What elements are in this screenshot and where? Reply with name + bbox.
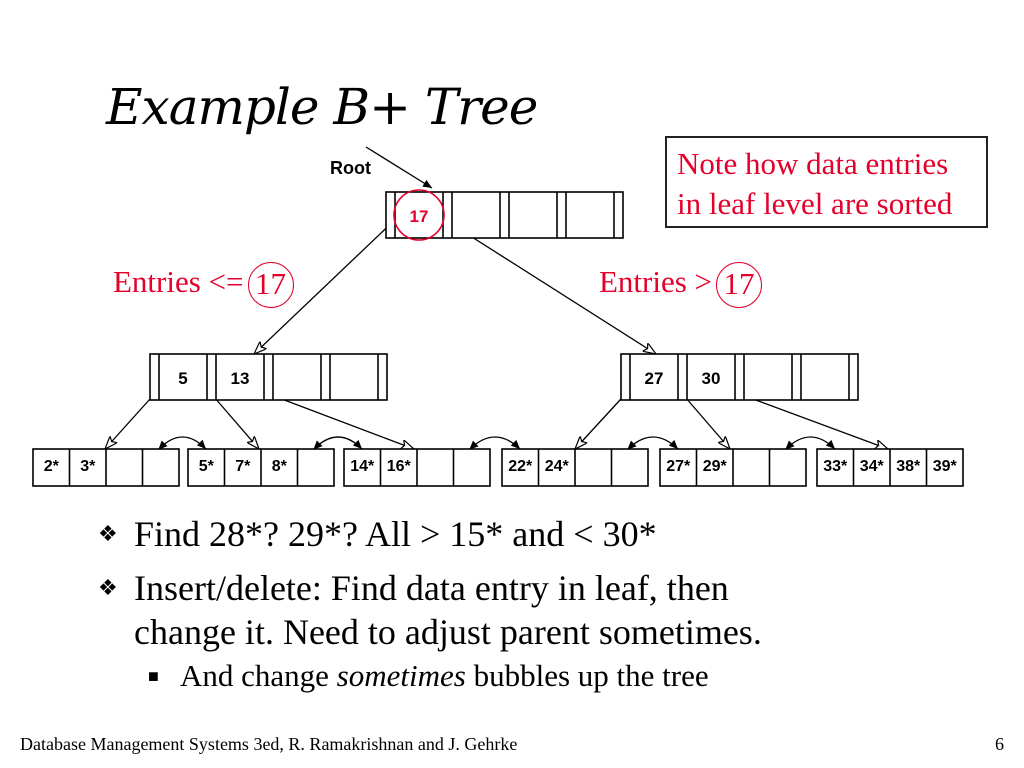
tree-nodes: 17 5 13 27 30 2* 3* 5* 7* 8* 14* 16* 22* 24* 27* 29* 33*… [32,189,964,487]
sub-bullet-text: And change [180,658,337,693]
leaf-entry: 33* [823,458,848,475]
sub-bullet-item: ■ And change sometimes bubbles up the tr… [98,656,762,696]
leaf-node: 5* 7* 8* [187,448,335,487]
bullet-list: ❖ Find 28*? 29*? All > 15* and < 30* ❖ I… [98,512,762,696]
bullet-text-line: Insert/delete: Find data entry in leaf, … [134,568,729,608]
pointer-arrow [105,393,155,449]
leaf-entry: 14* [350,458,375,475]
sibling-link-arrow [469,436,521,450]
bullet-item: ❖ Insert/delete: Find data entry in leaf… [98,566,762,654]
page-number: 6 [995,734,1004,754]
leaf-node: 33* 34* 38* 39* [816,448,964,487]
node-key: 5 [178,369,187,388]
diamond-bullet-icon: ❖ [98,575,118,600]
sibling-link-arrow [313,436,363,450]
leaf-entry: 27* [666,458,691,475]
square-bullet-icon: ■ [148,666,159,686]
bullet-text-line: change it. Need to adjust parent sometim… [134,612,762,652]
leaf-node: 27* 29* [659,448,807,487]
pointer-arrow [682,393,731,449]
inner-node: 27 30 [620,353,859,401]
leaf-node: 22* 24* [501,448,649,487]
node-key: 17 [410,207,429,226]
leaf-entry: 8* [272,458,288,475]
sub-bullet-text: bubbles up the tree [465,658,709,693]
leaf-entry: 34* [860,458,885,475]
leaf-entry: 2* [44,458,60,475]
pointer-arrow [739,393,889,449]
node-key: 30 [702,369,721,388]
pointer-arrow [254,223,391,354]
bullet-item: ❖ Find 28*? 29*? All > 15* and < 30* [98,512,762,556]
sub-bullet-emphasis: sometimes [336,658,466,693]
pointer-arrow [268,393,415,449]
pointer-arrow [575,393,626,449]
leaf-entry: 5* [199,458,215,475]
pointer-arrow [451,223,657,354]
leaf-node: 2* 3* [32,448,180,487]
leaf-entry: 38* [896,458,921,475]
root-node: 17 [385,189,624,241]
sibling-link-arrow [627,436,679,450]
pointer-arrow [211,393,260,449]
leaf-node: 14* 16* [343,448,491,487]
leaf-entry: 16* [387,458,412,475]
node-key: 13 [231,369,250,388]
leaf-entry: 3* [80,458,96,475]
diamond-bullet-icon: ❖ [98,521,118,546]
leaf-entry: 7* [235,458,251,475]
pointer-arrow [365,146,433,189]
footer-citation: Database Management Systems 3ed, R. Rama… [20,734,518,754]
sibling-link-arrow [158,436,207,450]
leaf-entry: 39* [933,458,958,475]
leaf-entry: 22* [508,458,533,475]
inner-node: 5 13 [149,353,388,401]
bullet-text: Find 28*? 29*? All > 15* and < 30* [134,514,657,554]
leaf-entry: 24* [545,458,570,475]
node-key: 27 [645,369,664,388]
leaf-entry: 29* [703,458,728,475]
sibling-link-arrow [785,436,836,450]
